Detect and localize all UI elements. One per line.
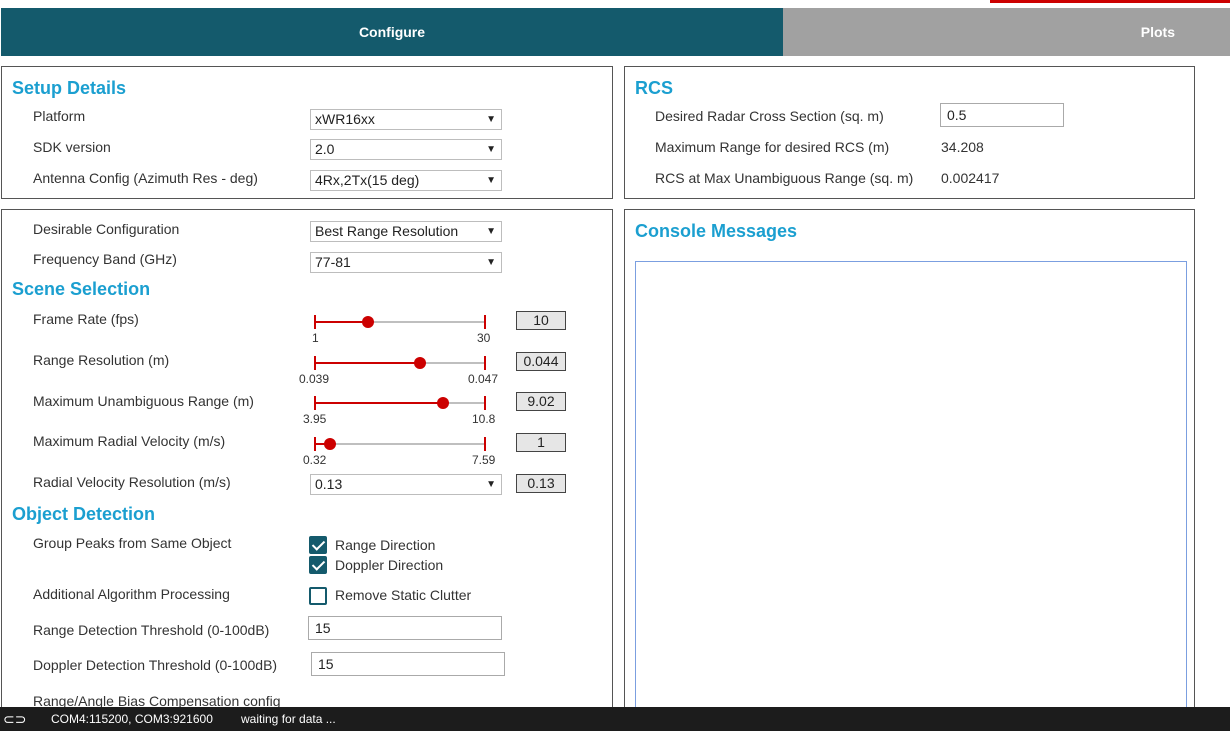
radial-velocity-resolution-label: Radial Velocity Resolution (m/s) (33, 474, 231, 490)
max-radial-velocity-value[interactable]: 1 (516, 433, 566, 452)
range-direction-checkbox[interactable] (309, 536, 327, 554)
frequency-band-select[interactable]: 77-81 ▼ (310, 252, 502, 273)
frame-rate-min: 1 (312, 331, 319, 345)
desirable-config-select[interactable]: Best Range Resolution ▼ (310, 221, 502, 242)
radial-velocity-resolution-select[interactable]: 0.13 ▼ (310, 474, 502, 495)
doppler-direction-label: Doppler Direction (335, 557, 444, 573)
range-resolution-label: Range Resolution (m) (33, 352, 170, 368)
slider-min-tick (314, 437, 316, 451)
chevron-down-icon: ▼ (486, 114, 496, 125)
max-radial-velocity-min: 0.32 (303, 453, 327, 467)
sdk-version-select[interactable]: 2.0 ▼ (310, 139, 502, 160)
slider-max-tick (484, 396, 486, 410)
chevron-down-icon: ▼ (486, 226, 496, 237)
rcs-title: RCS (635, 78, 674, 98)
range-resolution-value[interactable]: 0.044 (516, 352, 566, 371)
frame-rate-value[interactable]: 10 (516, 311, 566, 330)
range-direction-label: Range Direction (335, 537, 436, 553)
chevron-down-icon: ▼ (486, 479, 496, 490)
tab-plots-label: Plots (1140, 24, 1175, 40)
max-radial-velocity-max: 7.59 (472, 453, 496, 467)
chevron-down-icon: ▼ (486, 144, 496, 155)
frequency-band-label: Frequency Band (GHz) (33, 251, 177, 267)
tab-configure[interactable]: Configure (1, 8, 783, 56)
group-peaks-label: Group Peaks from Same Object (33, 535, 232, 551)
antenna-config-label: Antenna Config (Azimuth Res - deg) (33, 170, 258, 186)
console-title: Console Messages (635, 221, 798, 241)
status-message: waiting for data ... (241, 712, 336, 726)
slider-max-tick (484, 315, 486, 329)
remove-static-clutter-checkbox[interactable] (309, 587, 327, 605)
radial-velocity-resolution-select-value: 0.13 (315, 476, 343, 492)
max-unambiguous-range-max: 10.8 (472, 412, 496, 426)
range-resolution-max: 0.047 (468, 372, 499, 386)
sdk-version-value: 2.0 (315, 141, 335, 157)
max-unambiguous-range-value[interactable]: 9.02 (516, 392, 566, 411)
connection-icon[interactable]: ⊂⊃ (3, 711, 26, 728)
slider-min-tick (314, 315, 316, 329)
frequency-band-value: 77-81 (315, 254, 351, 270)
chevron-down-icon: ▼ (486, 257, 496, 268)
slider-track (315, 443, 485, 445)
frame-rate-label: Frame Rate (fps) (33, 311, 139, 327)
object-detection-title: Object Detection (12, 504, 156, 524)
doppler-threshold-input[interactable]: 15 (311, 652, 505, 676)
max-range-rcs-label: Maximum Range for desired RCS (m) (655, 139, 890, 155)
setup-details-title: Setup Details (12, 78, 127, 98)
slider-fill (315, 321, 368, 323)
desirable-config-label: Desirable Configuration (33, 221, 180, 237)
status-ports: COM4:115200, COM3:921600 (51, 712, 213, 726)
range-threshold-input[interactable]: 15 (308, 616, 502, 640)
sdk-version-label: SDK version (33, 139, 111, 155)
max-radial-velocity-label: Maximum Radial Velocity (m/s) (33, 433, 226, 449)
tab-plots[interactable]: Plots (783, 8, 1230, 56)
slider-thumb[interactable] (361, 316, 374, 328)
slider-min-tick (314, 356, 316, 370)
desired-rcs-input[interactable]: 0.5 (940, 103, 1064, 127)
slider-fill (315, 402, 443, 404)
rcs-at-max-label: RCS at Max Unambiguous Range (sq. m) (655, 170, 914, 186)
max-range-rcs-value: 34.208 (941, 139, 984, 155)
chevron-down-icon: ▼ (486, 175, 496, 186)
remove-static-clutter-label: Remove Static Clutter (335, 587, 472, 603)
doppler-threshold-label: Doppler Detection Threshold (0-100dB) (33, 657, 278, 673)
antenna-config-value: 4Rx,2Tx(15 deg) (315, 172, 420, 188)
max-unambiguous-range-label: Maximum Unambiguous Range (m) (33, 393, 254, 409)
console-output[interactable] (635, 261, 1187, 711)
platform-value: xWR16xx (315, 111, 375, 127)
accent-stripe (990, 0, 1230, 3)
additional-processing-label: Additional Algorithm Processing (33, 586, 230, 602)
slider-max-tick (484, 356, 486, 370)
slider-min-tick (314, 396, 316, 410)
slider-fill (315, 362, 421, 364)
range-resolution-min: 0.039 (299, 372, 330, 386)
tab-configure-label: Configure (358, 24, 426, 40)
slider-thumb[interactable] (436, 397, 449, 409)
desirable-config-value: Best Range Resolution (315, 223, 459, 239)
range-threshold-label: Range Detection Threshold (0-100dB) (33, 622, 270, 638)
frame-rate-max: 30 (477, 331, 491, 345)
radial-velocity-resolution-value[interactable]: 0.13 (516, 474, 566, 493)
rcs-at-max-value: 0.002417 (941, 170, 1000, 186)
platform-select[interactable]: xWR16xx ▼ (310, 109, 502, 130)
platform-label: Platform (33, 108, 86, 124)
top-stripe (0, 0, 1230, 3)
antenna-config-select[interactable]: 4Rx,2Tx(15 deg) ▼ (310, 170, 502, 191)
status-bar: ⊂⊃ COM4:115200, COM3:921600 waiting for … (0, 707, 1230, 731)
desired-rcs-label: Desired Radar Cross Section (sq. m) (655, 108, 884, 124)
max-unambiguous-range-min: 3.95 (303, 412, 327, 426)
slider-max-tick (484, 437, 486, 451)
scene-selection-title: Scene Selection (12, 279, 151, 299)
doppler-direction-checkbox[interactable] (309, 556, 327, 574)
